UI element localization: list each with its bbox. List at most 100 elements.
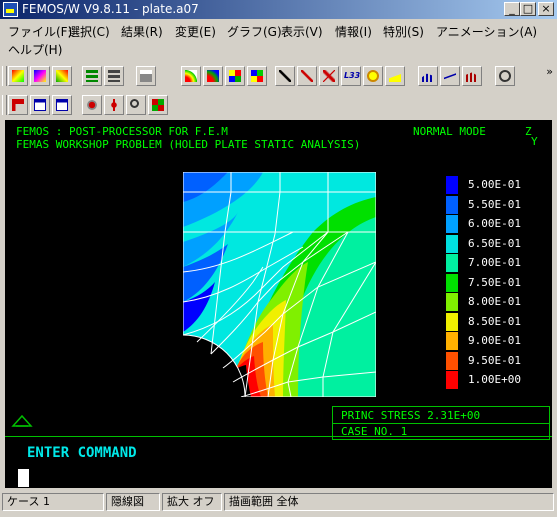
- status-zoom: 拡大 オフ: [162, 493, 222, 511]
- legend-entry: 8.50E-01: [446, 312, 546, 331]
- legend-entry: 7.00E-01: [446, 253, 546, 272]
- window-title: FEMOS/W V9.8.11 - plate.a07: [22, 2, 199, 16]
- maximize-button[interactable]: □: [520, 2, 536, 16]
- fringe-plot-icon[interactable]: [203, 66, 223, 86]
- legend-swatch: [446, 234, 458, 253]
- circle-icon[interactable]: [363, 66, 383, 86]
- legend-entry: 5.50E-01: [446, 195, 546, 214]
- zoom-icon[interactable]: [126, 95, 146, 115]
- mesh-color-icon[interactable]: [52, 66, 72, 86]
- stress-contour-plot: [183, 172, 376, 397]
- fringe-icon[interactable]: [30, 66, 50, 86]
- label-icon[interactable]: L33: [341, 66, 361, 86]
- status-case: ケース 1: [2, 493, 104, 511]
- toolbar-secondary: [0, 92, 557, 118]
- mode-indicator: NORMAL MODE: [413, 125, 486, 138]
- title-bar: FEMOS/W V9.8.11 - plate.a07 _ □ ×: [0, 0, 557, 19]
- status-bar: ケース 1 隠線図 拡大 オフ 描画範囲 全体: [0, 491, 557, 513]
- legend-entry: 9.00E-01: [446, 331, 546, 350]
- canvas-header: FEMOS : POST-PROCESSOR FOR F.E.M: [16, 125, 228, 138]
- contour-plot-icon[interactable]: [181, 66, 201, 86]
- legend-entry: 7.50E-01: [446, 273, 546, 292]
- graphics-canvas[interactable]: FEMOS : POST-PROCESSOR FOR F.E.M NORMAL …: [5, 120, 552, 488]
- legend-entry: 6.50E-01: [446, 234, 546, 253]
- menu-change[interactable]: 変更(E): [175, 23, 216, 40]
- legend-label: 9.50E-01: [468, 353, 521, 367]
- window-select-icon[interactable]: [30, 95, 50, 115]
- legend-swatch: [446, 195, 458, 214]
- undo-arrow-icon[interactable]: [8, 95, 28, 115]
- legend-label: 8.00E-01: [468, 295, 521, 308]
- legend-swatch: [446, 215, 458, 233]
- toolbar-grip[interactable]: [2, 66, 7, 86]
- print-icon[interactable]: [136, 66, 156, 86]
- legend-label: 9.00E-01: [468, 334, 521, 347]
- menu-special[interactable]: 特別(S): [383, 23, 424, 40]
- toolbar-grip-2[interactable]: [2, 95, 7, 115]
- femos-logo-icon: [11, 414, 33, 427]
- menu-graph[interactable]: グラフ(G): [227, 23, 282, 40]
- layers-icon[interactable]: [82, 66, 102, 86]
- legend-entry: 9.50E-01: [446, 351, 546, 370]
- principal-vector-icon[interactable]: [319, 66, 339, 86]
- rotate-icon[interactable]: [82, 95, 102, 115]
- element-color-icon[interactable]: [225, 66, 245, 86]
- command-prompt: ENTER COMMAND: [27, 445, 137, 461]
- element-grid-icon[interactable]: [247, 66, 267, 86]
- legend-label: 1.00E+00: [468, 373, 521, 386]
- axis-y-label: Y: [531, 135, 538, 148]
- stress-label: PRINC STRESS 2.31E+00: [341, 409, 481, 422]
- result-info-box: PRINC STRESS 2.31E+00 CASE NO. 1: [332, 406, 550, 440]
- menu-info[interactable]: 情報(I): [335, 23, 372, 40]
- legend-label: 7.50E-01: [468, 275, 521, 289]
- legend-label: 6.50E-01: [468, 236, 521, 250]
- status-draw-range: 描画範囲 全体: [224, 493, 554, 511]
- legend-swatch: [446, 332, 458, 350]
- legend-swatch: [446, 273, 458, 292]
- axis-indicator: Z Y: [523, 125, 543, 148]
- menu-bar: ファイル(F) 選択(C) 結果(R) 変更(E) グラフ(G) 表示(V) 情…: [0, 20, 557, 60]
- vector-icon[interactable]: [297, 66, 317, 86]
- text-cursor: [18, 469, 29, 487]
- menu-view[interactable]: 表示(V): [281, 23, 323, 40]
- menu-select[interactable]: 選択(C): [68, 23, 110, 40]
- settings-icon[interactable]: [495, 66, 515, 86]
- line-graph-icon[interactable]: [440, 66, 460, 86]
- legend-entry: 8.00E-01: [446, 292, 546, 311]
- menu-help[interactable]: ヘルプ(H): [8, 41, 62, 58]
- info-stress-row: PRINC STRESS 2.31E+00: [333, 407, 549, 423]
- menu-file[interactable]: ファイル(F): [8, 23, 72, 40]
- layers-alt-icon[interactable]: [104, 66, 124, 86]
- toolbar-more-icon[interactable]: »: [546, 65, 553, 78]
- legend-swatch: [446, 293, 458, 311]
- legend-label: 5.00E-01: [468, 178, 521, 191]
- wedge-icon[interactable]: [385, 66, 405, 86]
- app-icon[interactable]: [3, 2, 18, 17]
- histogram-icon[interactable]: [462, 66, 482, 86]
- deform-icon[interactable]: [275, 66, 295, 86]
- contour-icon[interactable]: [8, 66, 28, 86]
- cursor-select-icon[interactable]: [52, 95, 72, 115]
- command-area[interactable]: ENTER COMMAND: [5, 436, 552, 488]
- menu-animation[interactable]: アニメーション(A): [436, 23, 537, 40]
- legend-label: 7.00E-01: [468, 256, 521, 269]
- bar-graph-icon[interactable]: [418, 66, 438, 86]
- legend-swatch: [446, 254, 458, 272]
- legend-label: 6.00E-01: [468, 217, 521, 230]
- legend-swatch: [446, 351, 458, 370]
- toolbar-main: L33 »: [0, 63, 557, 89]
- legend-label: 5.50E-01: [468, 197, 521, 211]
- legend-entry: 1.00E+00: [446, 370, 546, 389]
- legend-swatch: [446, 176, 458, 194]
- legend-entry: 6.00E-01: [446, 214, 546, 233]
- problem-title: FEMAS WORKSHOP PROBLEM (HOLED PLATE STAT…: [16, 138, 361, 151]
- legend-label: 8.50E-01: [468, 314, 521, 328]
- fit-view-icon[interactable]: [148, 95, 168, 115]
- minimize-button[interactable]: _: [504, 2, 520, 16]
- pan-icon[interactable]: [104, 95, 124, 115]
- legend-swatch: [446, 312, 458, 331]
- status-hidden-line: 隠線図: [106, 493, 160, 511]
- close-button[interactable]: ×: [538, 2, 554, 16]
- legend-entry: 5.00E-01: [446, 175, 546, 194]
- menu-results[interactable]: 結果(R): [121, 23, 163, 40]
